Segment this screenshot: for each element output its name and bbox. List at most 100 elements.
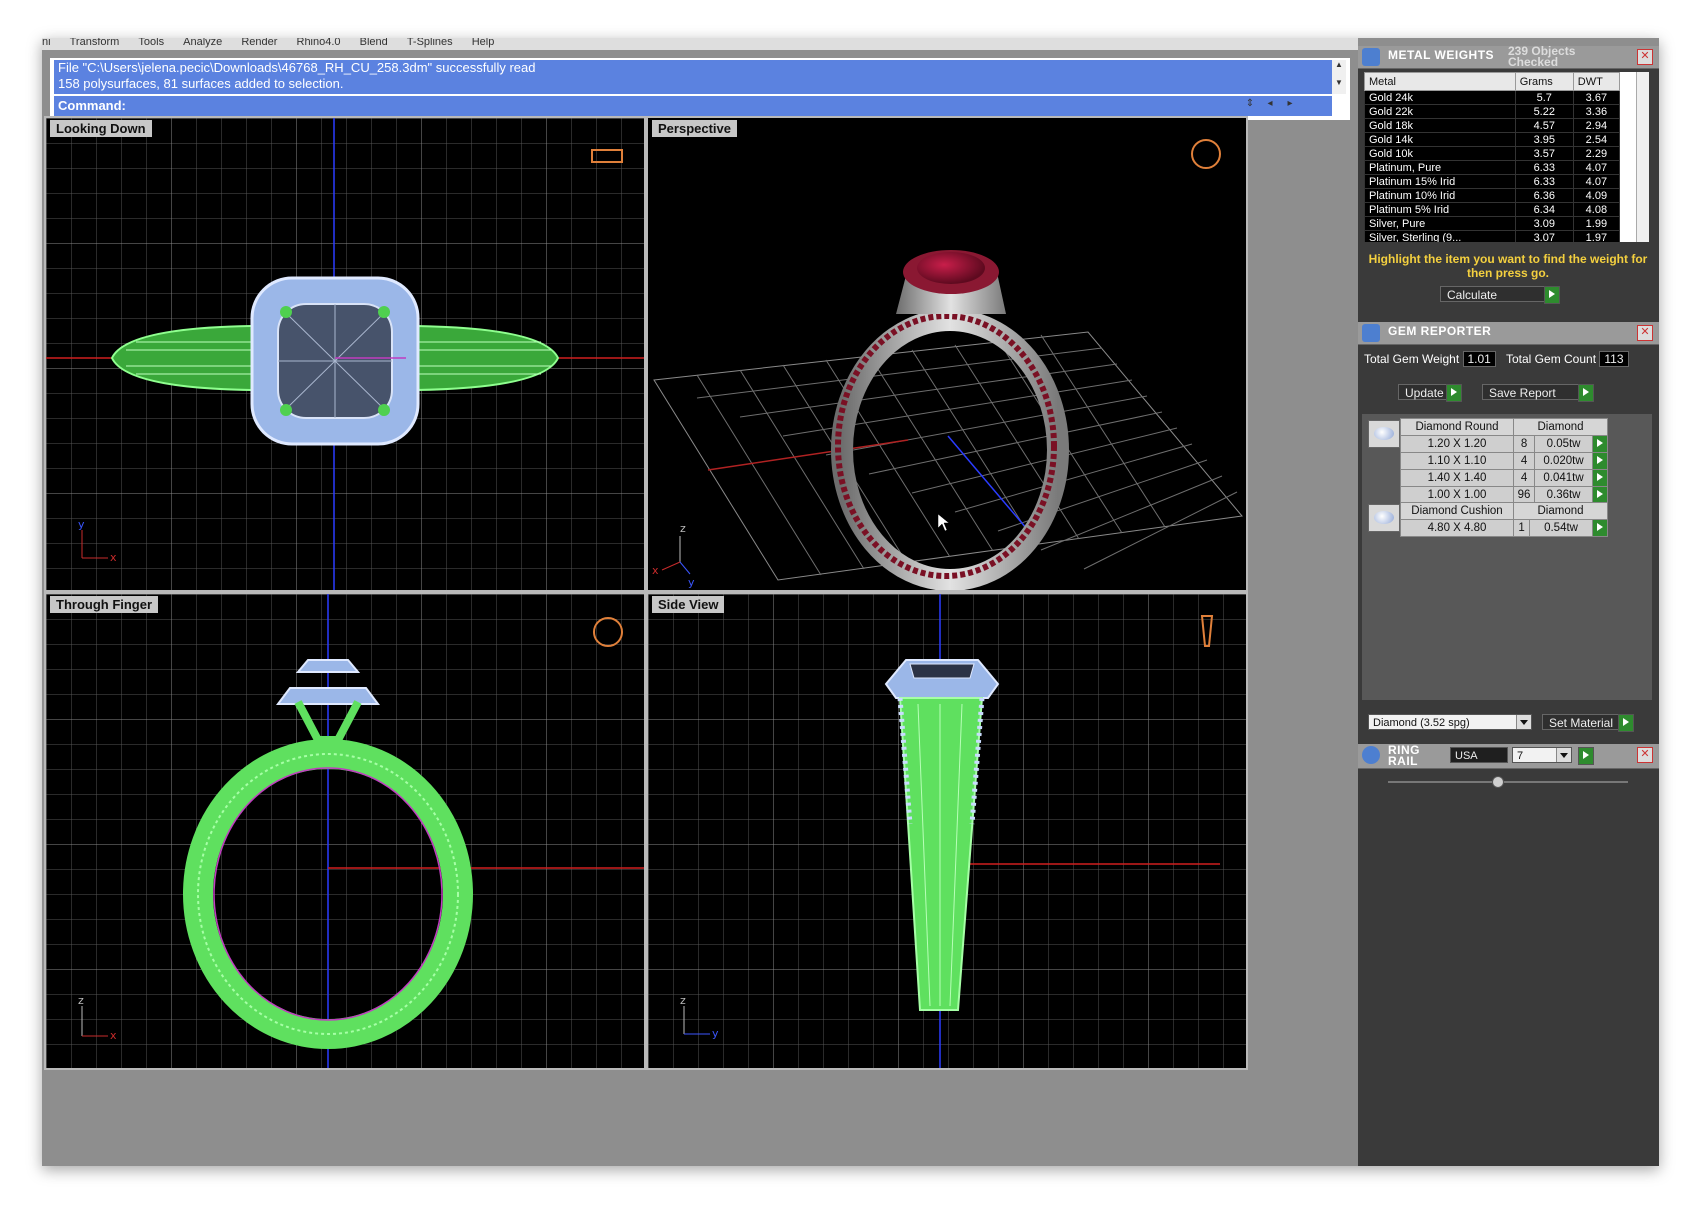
metal-weights-scrollbar[interactable] xyxy=(1636,72,1649,242)
set-material-button[interactable]: Set Material xyxy=(1542,714,1634,732)
gem-count: 1 xyxy=(1512,519,1531,537)
go-arrow-icon[interactable] xyxy=(1446,384,1462,402)
table-row[interactable]: Platinum 10% Irid 6.36 4.09 xyxy=(1364,188,1621,203)
gem-count: 4 xyxy=(1512,452,1536,470)
metal-weights-table[interactable]: Metal Grams DWT Gold 24k 5.7 3.67 Gold 22k… xyxy=(1364,72,1636,242)
menu-item-ni[interactable]: ni xyxy=(42,38,51,48)
scroll-right-icon[interactable]: ▸ xyxy=(1280,98,1300,109)
close-icon[interactable]: ✕ xyxy=(1637,747,1653,763)
go-arrow-icon[interactable] xyxy=(1618,714,1634,732)
ring-size-select[interactable]: 7 xyxy=(1512,747,1572,763)
viewport-perspective[interactable]: Perspective z x y xyxy=(646,116,1248,592)
total-gem-count-value: 113 xyxy=(1599,351,1629,367)
table-row[interactable]: Silver, Pure 3.09 1.99 xyxy=(1364,216,1621,231)
dwt-value: 4.08 xyxy=(1572,202,1621,217)
table-row[interactable]: Silver, Sterling (9... 3.07 1.97 xyxy=(1364,230,1621,242)
menu-item-transform[interactable]: Transform xyxy=(70,38,120,48)
menu-item-tools[interactable]: Tools xyxy=(138,38,164,48)
gem-row[interactable]: 1.20 X 1.20 8 0.05tw xyxy=(1400,435,1608,453)
perspective-ring-icon xyxy=(1191,139,1221,169)
go-arrow-icon[interactable] xyxy=(1544,286,1560,304)
viewport-side-view[interactable]: Side View z y xyxy=(646,592,1248,1070)
gem-shape-header: Diamond Cushion xyxy=(1400,502,1514,520)
gem-row[interactable]: 1.40 X 1.40 4 0.041tw xyxy=(1400,469,1608,487)
column-header-grams[interactable]: Grams xyxy=(1514,72,1574,91)
menu-item-tsplines[interactable]: T-Splines xyxy=(407,38,453,48)
go-arrow-icon[interactable] xyxy=(1592,452,1608,470)
ring-rail-slider-handle[interactable] xyxy=(1492,776,1504,788)
calculate-button[interactable]: Calculate xyxy=(1440,286,1560,304)
ring-size-region-select[interactable]: USA xyxy=(1450,747,1508,763)
chevron-down-icon[interactable] xyxy=(1516,715,1531,729)
history-scrollbar[interactable]: ▲ ▼ xyxy=(1332,60,1346,94)
go-arrow-icon[interactable] xyxy=(1592,519,1608,537)
gem-row[interactable]: 1.00 X 1.00 96 0.36tw xyxy=(1400,486,1608,504)
metal-name: Gold 22k xyxy=(1364,104,1516,119)
round-gem-table: Diamond Round Diamond 1.20 X 1.20 8 0.05tw… xyxy=(1400,418,1608,504)
table-row[interactable]: Gold 18k 4.57 2.94 xyxy=(1364,118,1621,133)
viewport-title[interactable]: Looking Down xyxy=(50,120,152,137)
chevron-down-icon[interactable] xyxy=(1556,748,1571,762)
save-report-button[interactable]: Save Report xyxy=(1482,384,1594,402)
metal-name: Platinum 10% Irid xyxy=(1364,188,1516,203)
go-arrow-icon[interactable] xyxy=(1592,435,1608,453)
command-history: File "C:\Users\jelena.pecic\Downloads\46… xyxy=(54,60,1332,94)
viewport-title[interactable]: Through Finger xyxy=(50,596,159,613)
gem-size: 4.80 X 4.80 xyxy=(1400,519,1514,537)
column-header-dwt[interactable]: DWT xyxy=(1572,72,1621,91)
viewport-looking-down[interactable]: Looking Down y x xyxy=(44,116,646,592)
gem-row[interactable]: 4.80 X 4.80 1 0.54tw xyxy=(1400,519,1608,537)
history-line: File "C:\Users\jelena.pecic\Downloads\46… xyxy=(58,60,536,75)
table-row[interactable]: Gold 10k 3.57 2.29 xyxy=(1364,146,1621,161)
update-button[interactable]: Update xyxy=(1398,384,1462,402)
scroll-left-icon[interactable]: ◂ xyxy=(1260,98,1280,109)
go-arrow-icon[interactable] xyxy=(1592,486,1608,504)
close-icon[interactable]: ✕ xyxy=(1637,325,1653,341)
menu-item-render[interactable]: Render xyxy=(241,38,277,48)
ring-rail-go-button[interactable] xyxy=(1578,747,1594,765)
go-arrow-icon[interactable] xyxy=(1578,384,1594,402)
dwt-value: 4.07 xyxy=(1572,160,1621,175)
gem-reporter-title: GEM REPORTER xyxy=(1388,324,1492,338)
menu-item-blend[interactable]: Blend xyxy=(360,38,388,48)
viewport-title[interactable]: Side View xyxy=(652,596,725,613)
gem-weight: 0.041tw xyxy=(1534,469,1593,487)
menu-item-analyze[interactable]: Analyze xyxy=(183,38,222,48)
metal-name: Gold 10k xyxy=(1364,146,1516,161)
table-row[interactable]: Platinum 5% Irid 6.34 4.08 xyxy=(1364,202,1621,217)
menu-bar: ni Transform Tools Analyze Render Rhino4… xyxy=(42,38,1358,50)
menu-item-help[interactable]: Help xyxy=(472,38,495,48)
table-row[interactable]: Gold 24k 5.7 3.67 xyxy=(1364,90,1621,105)
table-row[interactable]: Platinum 15% Irid 6.33 4.07 xyxy=(1364,174,1621,189)
spinner-icon[interactable]: ⇕ xyxy=(1240,98,1260,109)
ring-rail-header: RING RAIL USA 7 ✕ xyxy=(1358,744,1659,769)
round-diamond-icon xyxy=(1368,420,1400,448)
metal-name: Platinum, Pure xyxy=(1364,160,1516,175)
table-row[interactable]: Gold 14k 3.95 2.54 xyxy=(1364,132,1621,147)
table-row[interactable]: Platinum, Pure 6.33 4.07 xyxy=(1364,160,1621,175)
close-icon[interactable]: ✕ xyxy=(1637,49,1653,65)
viewport-title[interactable]: Perspective xyxy=(652,120,737,137)
go-arrow-icon[interactable] xyxy=(1578,747,1594,765)
side-view-canvas: z y xyxy=(648,594,1246,1068)
update-label: Update xyxy=(1405,386,1444,400)
command-area: File "C:\Users\jelena.pecic\Downloads\46… xyxy=(50,58,1350,120)
objects-checked-status: 239 Objects Checked xyxy=(1508,44,1576,69)
mouse-cursor-icon xyxy=(937,513,950,532)
command-input[interactable]: Command: xyxy=(54,96,1332,116)
viewport-through-finger[interactable]: Through Finger z x xyxy=(44,592,646,1070)
column-header-metal[interactable]: Metal xyxy=(1364,72,1516,91)
gem-material-select[interactable]: Diamond (3.52 spg) xyxy=(1368,714,1532,730)
grams-value: 6.33 xyxy=(1514,174,1574,189)
gem-weight: 0.020tw xyxy=(1534,452,1593,470)
go-arrow-icon[interactable] xyxy=(1592,469,1608,487)
axis-z-label: z xyxy=(680,522,686,535)
menu-item-rhino[interactable]: Rhino4.0 xyxy=(297,38,341,48)
ring-rail-slider-track[interactable] xyxy=(1388,781,1628,783)
gem-row[interactable]: 1.10 X 1.10 4 0.020tw xyxy=(1400,452,1608,470)
gem-reporter-header: GEM REPORTER ✕ xyxy=(1358,322,1659,345)
table-row[interactable]: Gold 22k 5.22 3.36 xyxy=(1364,104,1621,119)
total-gem-weight: Total Gem Weight 1.01 xyxy=(1364,350,1496,368)
calculate-label: Calculate xyxy=(1447,288,1498,302)
flask-icon xyxy=(1362,48,1380,66)
